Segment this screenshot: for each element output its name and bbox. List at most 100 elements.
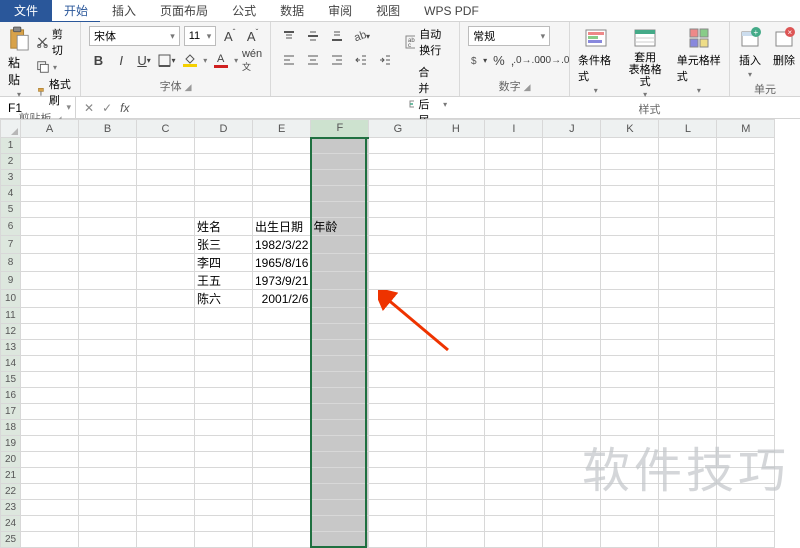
cell-J12[interactable] (543, 324, 601, 340)
cell-I14[interactable] (485, 356, 543, 372)
cell-E7[interactable]: 1982/3/22 (253, 236, 311, 254)
align-top-button[interactable] (279, 26, 299, 46)
cell-L15[interactable] (659, 372, 717, 388)
cell-G23[interactable] (369, 500, 427, 516)
cell-F13[interactable] (311, 340, 369, 356)
cell-H22[interactable] (427, 484, 485, 500)
cell-K11[interactable] (601, 308, 659, 324)
cell-L17[interactable] (659, 404, 717, 420)
cell-K4[interactable] (601, 186, 659, 202)
cell-K6[interactable] (601, 218, 659, 236)
row-header-12[interactable]: 12 (1, 324, 21, 340)
cell-F2[interactable] (311, 154, 369, 170)
cell-M7[interactable] (717, 236, 775, 254)
cell-A8[interactable] (21, 254, 79, 272)
column-header-L[interactable]: L (659, 120, 717, 138)
row-header-6[interactable]: 6 (1, 218, 21, 236)
cell-E20[interactable] (253, 452, 311, 468)
font-name-combo[interactable]: 宋体▾ (89, 26, 180, 46)
fx-icon[interactable]: fx (120, 101, 129, 115)
font-size-combo[interactable]: 11▾ (184, 26, 217, 46)
cell-A15[interactable] (21, 372, 79, 388)
cell-H18[interactable] (427, 420, 485, 436)
cell-I24[interactable] (485, 516, 543, 532)
cell-L22[interactable] (659, 484, 717, 500)
cell-D3[interactable] (195, 170, 253, 186)
cell-K21[interactable] (601, 468, 659, 484)
cell-G2[interactable] (369, 154, 427, 170)
cell-L11[interactable] (659, 308, 717, 324)
cell-G19[interactable] (369, 436, 427, 452)
cell-B7[interactable] (79, 236, 137, 254)
cell-A17[interactable] (21, 404, 79, 420)
cell-D1[interactable] (195, 138, 253, 154)
cell-B1[interactable] (79, 138, 137, 154)
cell-A9[interactable] (21, 272, 79, 290)
row-header-7[interactable]: 7 (1, 236, 21, 254)
insert-cell-button[interactable]: + 插入▾ (738, 26, 762, 79)
cell-I12[interactable] (485, 324, 543, 340)
cell-L23[interactable] (659, 500, 717, 516)
cell-B22[interactable] (79, 484, 137, 500)
cell-H17[interactable] (427, 404, 485, 420)
cell-I19[interactable] (485, 436, 543, 452)
cell-A4[interactable] (21, 186, 79, 202)
cell-I22[interactable] (485, 484, 543, 500)
cell-F14[interactable] (311, 356, 369, 372)
cell-G17[interactable] (369, 404, 427, 420)
cell-G7[interactable] (369, 236, 427, 254)
cell-A14[interactable] (21, 356, 79, 372)
cell-style-button[interactable]: 单元格样式▾ (677, 26, 721, 99)
column-header-F[interactable]: F (311, 120, 369, 138)
cell-K12[interactable] (601, 324, 659, 340)
column-header-M[interactable]: M (717, 120, 775, 138)
cancel-formula-icon[interactable]: ✕ (84, 101, 94, 115)
cell-L24[interactable] (659, 516, 717, 532)
cell-D17[interactable] (195, 404, 253, 420)
cell-B24[interactable] (79, 516, 137, 532)
cell-K3[interactable] (601, 170, 659, 186)
cell-H23[interactable] (427, 500, 485, 516)
cell-B11[interactable] (79, 308, 137, 324)
cell-J2[interactable] (543, 154, 601, 170)
row-header-4[interactable]: 4 (1, 186, 21, 202)
cell-J13[interactable] (543, 340, 601, 356)
column-header-K[interactable]: K (601, 120, 659, 138)
cell-M18[interactable] (717, 420, 775, 436)
cell-M22[interactable] (717, 484, 775, 500)
cell-I23[interactable] (485, 500, 543, 516)
cell-K5[interactable] (601, 202, 659, 218)
cell-F11[interactable] (311, 308, 369, 324)
cell-H13[interactable] (427, 340, 485, 356)
row-header-14[interactable]: 14 (1, 356, 21, 372)
column-header-C[interactable]: C (137, 120, 195, 138)
cell-J16[interactable] (543, 388, 601, 404)
cell-B25[interactable] (79, 532, 137, 548)
cell-H2[interactable] (427, 154, 485, 170)
row-header-24[interactable]: 24 (1, 516, 21, 532)
cell-C16[interactable] (137, 388, 195, 404)
cell-D9[interactable]: 王五 (195, 272, 253, 290)
cell-L8[interactable] (659, 254, 717, 272)
cell-J10[interactable] (543, 290, 601, 308)
cell-M21[interactable] (717, 468, 775, 484)
cell-E19[interactable] (253, 436, 311, 452)
cell-C15[interactable] (137, 372, 195, 388)
column-header-G[interactable]: G (369, 120, 427, 138)
cell-H15[interactable] (427, 372, 485, 388)
cell-J19[interactable] (543, 436, 601, 452)
cell-J15[interactable] (543, 372, 601, 388)
cell-B8[interactable] (79, 254, 137, 272)
row-header-13[interactable]: 13 (1, 340, 21, 356)
cell-A10[interactable] (21, 290, 79, 308)
cell-J14[interactable] (543, 356, 601, 372)
cell-H16[interactable] (427, 388, 485, 404)
increase-font-button[interactable]: Aˆ (220, 26, 239, 46)
cell-D13[interactable] (195, 340, 253, 356)
cell-C1[interactable] (137, 138, 195, 154)
number-format-combo[interactable]: 常规▾ (468, 26, 550, 46)
cell-L12[interactable] (659, 324, 717, 340)
cell-J6[interactable] (543, 218, 601, 236)
align-center-button[interactable] (303, 50, 323, 70)
cell-M12[interactable] (717, 324, 775, 340)
